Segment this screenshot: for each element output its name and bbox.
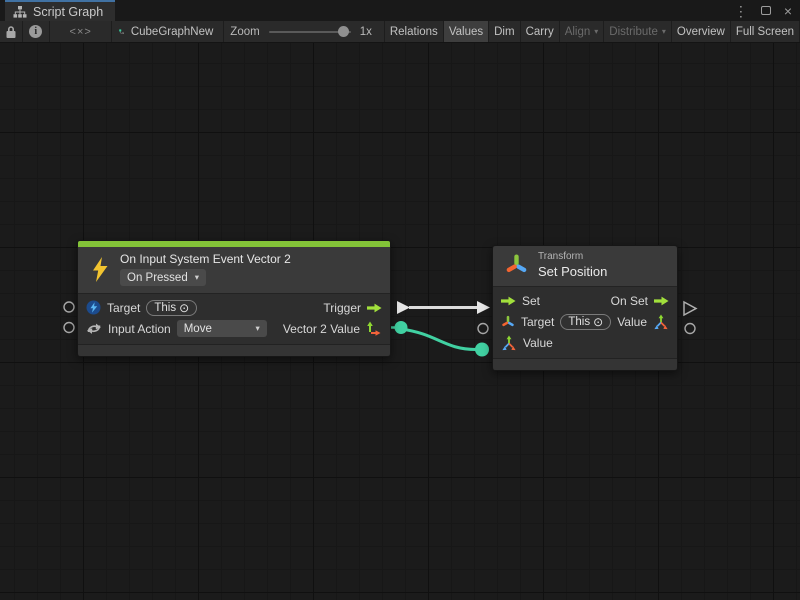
- port-row-target: Target This ⊙ Value: [493, 311, 677, 332]
- overview-button[interactable]: Overview: [672, 21, 731, 42]
- tab-bar: Script Graph ⋮ ×: [0, 0, 800, 21]
- tab-title: Script Graph: [33, 5, 103, 19]
- zoom-label: Zoom: [230, 26, 259, 38]
- chevron-down-icon: ▾: [255, 323, 259, 334]
- event-type-dropdown[interactable]: On Pressed ▾: [120, 269, 206, 286]
- node-footer: [493, 358, 677, 370]
- wire-vector2-to-value[interactable]: [401, 329, 476, 350]
- transform-icon: [505, 253, 528, 277]
- port-setposition-value-output[interactable]: [685, 324, 695, 334]
- port-row-value: Value: [493, 332, 677, 353]
- align-dropdown-button[interactable]: Align ▾: [560, 21, 605, 42]
- flow-arrow-icon: [654, 295, 669, 307]
- values-button[interactable]: Values: [444, 21, 489, 42]
- zoom-control: Zoom 1x: [224, 21, 385, 42]
- dim-button[interactable]: Dim: [489, 21, 520, 42]
- toolbar-buttons: Relations Values Dim Carry Align ▾ Distr…: [385, 21, 800, 42]
- vector3-icon: [501, 335, 517, 351]
- chevron-down-icon: ▾: [195, 272, 199, 283]
- port-event-target-input[interactable]: [64, 302, 74, 312]
- graph-toolbar: i <×> CubeGraphNew Zoom 1x Relations Val…: [0, 21, 800, 43]
- node-title: On Input System Event Vector 2: [120, 252, 291, 266]
- transform-small-icon: [501, 315, 515, 329]
- graph-name: CubeGraphNew: [131, 26, 213, 38]
- node-category: Transform: [538, 251, 607, 262]
- port-event-input-action-input[interactable]: [64, 323, 74, 333]
- window-menu-icon[interactable]: ⋮: [734, 4, 748, 18]
- port-setposition-value-input[interactable]: [475, 343, 489, 357]
- graph-asset-icon: [119, 25, 125, 39]
- full-screen-button[interactable]: Full Screen: [731, 21, 800, 42]
- zoom-slider-knob[interactable]: [338, 26, 349, 37]
- flow-arrow-icon: [501, 295, 516, 307]
- tab-script-graph[interactable]: Script Graph: [5, 0, 115, 21]
- vector3-icon: [653, 314, 669, 330]
- relations-button[interactable]: Relations: [385, 21, 444, 42]
- chevron-down-icon: ▾: [594, 27, 598, 36]
- node-footer: [78, 344, 390, 356]
- target-dot-icon: ⊙: [179, 302, 189, 314]
- wire-trigger-arrowhead: [477, 301, 490, 314]
- node-header[interactable]: On Input System Event Vector 2 On Presse…: [78, 247, 390, 293]
- input-action-dropdown[interactable]: Move ▾: [177, 320, 267, 337]
- target-this-chip[interactable]: This ⊙: [146, 300, 197, 316]
- node-set-position[interactable]: Transform Set Position Set On Set: [492, 245, 678, 371]
- graph-hierarchy-icon: [13, 6, 27, 18]
- port-row-input-action: Input Action Move ▾ Vector 2 Value: [78, 318, 390, 339]
- lock-button[interactable]: [0, 21, 23, 42]
- target-this-chip[interactable]: This ⊙: [560, 314, 611, 330]
- lightning-bolt-icon: [90, 256, 110, 283]
- zoom-value: 1x: [360, 26, 372, 38]
- graph-breadcrumb[interactable]: CubeGraphNew: [112, 21, 224, 42]
- close-icon[interactable]: ×: [784, 4, 792, 18]
- script-graph-window: Script Graph ⋮ × i <×> CubeGra: [0, 0, 800, 600]
- code-preview-icon: <×>: [70, 26, 92, 38]
- target-dot-icon: ⊙: [593, 316, 603, 328]
- node-body: Set On Set: [493, 286, 677, 358]
- port-on-set-output[interactable]: [684, 302, 696, 315]
- vector2-icon: [366, 321, 382, 337]
- zoom-slider[interactable]: [269, 31, 351, 33]
- info-button[interactable]: i: [23, 21, 51, 42]
- window-controls: ⋮ ×: [734, 0, 792, 21]
- chevron-down-icon: ▾: [662, 27, 666, 36]
- node-header[interactable]: Transform Set Position: [493, 246, 677, 286]
- port-vector2-value-output[interactable]: [395, 321, 408, 334]
- input-system-target-icon: [86, 300, 101, 315]
- input-action-icon: [86, 321, 102, 336]
- port-row-target: Target This ⊙ Trigger: [78, 297, 390, 318]
- port-row-set: Set On Set: [493, 290, 677, 311]
- node-title: Set Position: [538, 264, 607, 279]
- carry-button[interactable]: Carry: [521, 21, 560, 42]
- node-on-input-system-event-vector2[interactable]: On Input System Event Vector 2 On Presse…: [77, 240, 391, 357]
- port-setposition-target-input[interactable]: [478, 324, 488, 334]
- lock-icon: [5, 25, 17, 39]
- code-preview-button[interactable]: <×>: [50, 21, 112, 42]
- flow-arrow-icon: [367, 302, 382, 314]
- distribute-dropdown-button[interactable]: Distribute ▾: [604, 21, 672, 42]
- graph-canvas[interactable]: On Input System Event Vector 2 On Presse…: [0, 43, 800, 600]
- maximize-icon[interactable]: [761, 6, 771, 15]
- info-icon: i: [29, 25, 42, 38]
- node-body: Target This ⊙ Trigger: [78, 293, 390, 344]
- port-trigger-output[interactable]: [397, 301, 410, 314]
